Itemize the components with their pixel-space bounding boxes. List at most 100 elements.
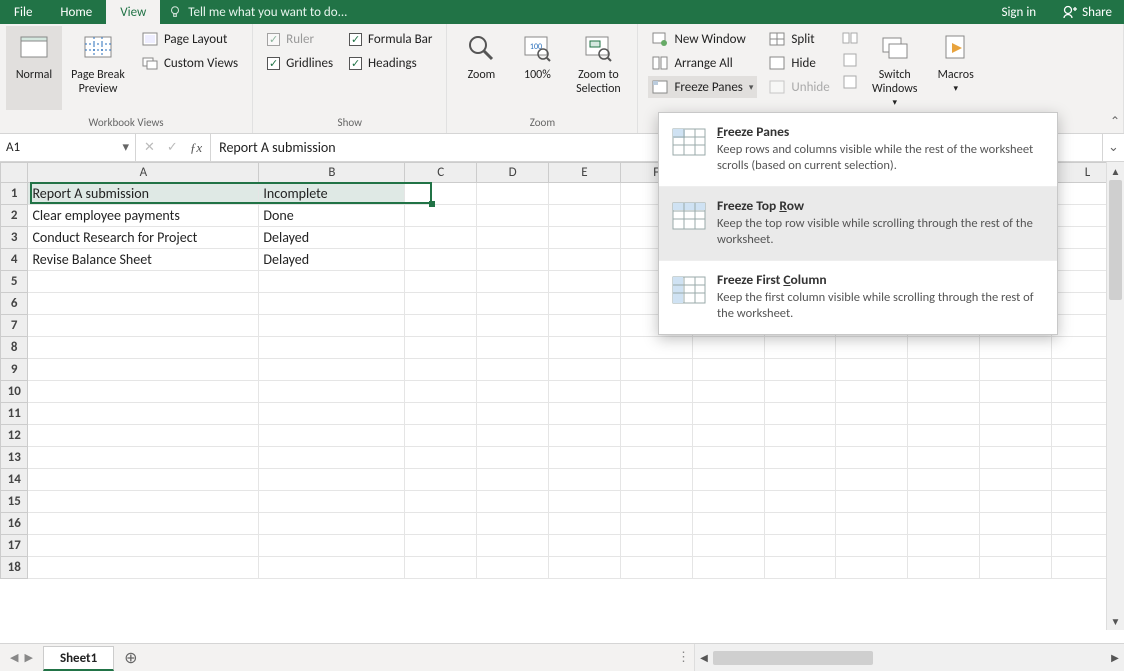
cell-C10[interactable] [405,381,477,403]
cell-B6[interactable] [259,293,405,315]
column-header[interactable]: C [405,163,477,183]
cell-I9[interactable] [836,359,908,381]
cell-H13[interactable] [764,447,836,469]
cell-C2[interactable] [405,205,477,227]
cell-F15[interactable] [620,491,692,513]
cell-E16[interactable] [549,513,621,535]
cell-C11[interactable] [405,403,477,425]
column-header[interactable]: A [28,163,259,183]
expand-formula-bar-button[interactable]: ⌄ [1102,134,1124,161]
cell-D2[interactable] [477,205,549,227]
cell-D11[interactable] [477,403,549,425]
cell-H15[interactable] [764,491,836,513]
cell-A4[interactable]: Revise Balance Sheet [28,249,259,271]
macros-button[interactable]: Macros▾ [928,26,984,110]
cell-F11[interactable] [620,403,692,425]
hide-button[interactable]: Hide [765,52,833,74]
cell-B14[interactable] [259,469,405,491]
cell-E2[interactable] [549,205,621,227]
cell-B8[interactable] [259,337,405,359]
cell-H18[interactable] [764,557,836,579]
cell-F9[interactable] [620,359,692,381]
cell-C12[interactable] [405,425,477,447]
cell-K17[interactable] [980,535,1052,557]
cell-G15[interactable] [692,491,764,513]
sheet-tab-sheet1[interactable]: Sheet1 [43,646,114,671]
cell-I13[interactable] [836,447,908,469]
column-header[interactable]: D [477,163,549,183]
cell-F18[interactable] [620,557,692,579]
cell-B12[interactable] [259,425,405,447]
cell-B10[interactable] [259,381,405,403]
cell-J17[interactable] [908,535,980,557]
freeze-panes-button[interactable]: Freeze Panes▾ [648,76,757,98]
cell-J9[interactable] [908,359,980,381]
cell-G9[interactable] [692,359,764,381]
cell-G17[interactable] [692,535,764,557]
cell-D8[interactable] [477,337,549,359]
cell-C6[interactable] [405,293,477,315]
cell-K12[interactable] [980,425,1052,447]
cell-G13[interactable] [692,447,764,469]
row-header[interactable]: 5 [1,271,28,293]
cell-D3[interactable] [477,227,549,249]
cell-B3[interactable]: Delayed [259,227,405,249]
cell-I12[interactable] [836,425,908,447]
cell-C3[interactable] [405,227,477,249]
cell-E9[interactable] [549,359,621,381]
cell-H16[interactable] [764,513,836,535]
share-button[interactable]: Share [1050,0,1124,24]
page-break-preview-button[interactable]: Page Break Preview [62,26,134,110]
cell-E14[interactable] [549,469,621,491]
new-window-button[interactable]: New Window [648,28,757,50]
scroll-down-icon[interactable]: ▼ [1107,612,1124,630]
cell-C17[interactable] [405,535,477,557]
horizontal-scrollbar[interactable]: ◀ ▶ [694,644,1124,671]
cancel-icon[interactable]: ✕ [144,140,155,155]
cell-C8[interactable] [405,337,477,359]
vertical-scrollbar[interactable]: ▲ ▼ [1106,162,1124,630]
tabs-drag-handle-icon[interactable]: ⋮ [677,650,690,665]
cell-C4[interactable] [405,249,477,271]
row-header[interactable]: 17 [1,535,28,557]
view-side-by-side-icon[interactable] [842,30,858,46]
row-header[interactable]: 16 [1,513,28,535]
row-header[interactable]: 7 [1,315,28,337]
cell-E3[interactable] [549,227,621,249]
enter-icon[interactable]: ✓ [167,140,178,155]
cell-J8[interactable] [908,337,980,359]
cell-B16[interactable] [259,513,405,535]
cell-F17[interactable] [620,535,692,557]
cell-A6[interactable] [28,293,259,315]
cell-D15[interactable] [477,491,549,513]
cell-K18[interactable] [980,557,1052,579]
cell-E15[interactable] [549,491,621,513]
collapse-ribbon-button[interactable]: ⌃ [1110,114,1120,129]
cell-B17[interactable] [259,535,405,557]
cell-A11[interactable] [28,403,259,425]
cell-K13[interactable] [980,447,1052,469]
cell-J13[interactable] [908,447,980,469]
cell-B9[interactable] [259,359,405,381]
cell-D7[interactable] [477,315,549,337]
cell-K11[interactable] [980,403,1052,425]
cell-G8[interactable] [692,337,764,359]
cell-E18[interactable] [549,557,621,579]
zoom-button[interactable]: Zoom [453,26,509,110]
cell-D4[interactable] [477,249,549,271]
cell-F12[interactable] [620,425,692,447]
tab-view[interactable]: View [106,0,160,24]
cell-K8[interactable] [980,337,1052,359]
cell-K9[interactable] [980,359,1052,381]
cell-J14[interactable] [908,469,980,491]
gridlines-checkbox[interactable]: Gridlines [263,52,337,74]
cell-C5[interactable] [405,271,477,293]
cell-H14[interactable] [764,469,836,491]
cell-A13[interactable] [28,447,259,469]
cell-A5[interactable] [28,271,259,293]
cell-A15[interactable] [28,491,259,513]
row-header[interactable]: 10 [1,381,28,403]
cell-H9[interactable] [764,359,836,381]
cell-H12[interactable] [764,425,836,447]
cell-E1[interactable] [549,183,621,205]
